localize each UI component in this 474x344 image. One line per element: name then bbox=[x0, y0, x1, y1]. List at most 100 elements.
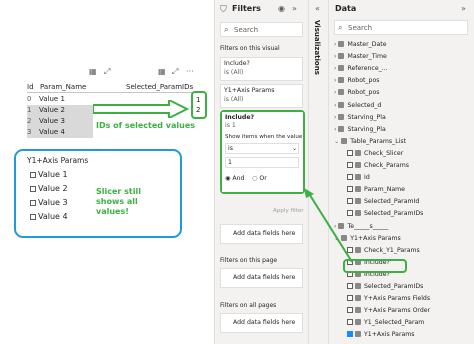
collapse-icon[interactable]: » bbox=[292, 4, 297, 13]
filters-pane: ⛉ Filters ◉ » ⌕ Search Filters on this v… bbox=[214, 0, 308, 344]
field-item[interactable]: Y1_Selected_Param bbox=[347, 318, 424, 328]
field-label: Check_Params bbox=[364, 162, 409, 169]
data-pane: Data » ⌕ Search › Master_Date › Master_Time… bbox=[328, 0, 474, 344]
visual-focus-icon[interactable]: ⤢ bbox=[104, 67, 110, 77]
table-item[interactable]: › Starving_Pla bbox=[334, 113, 386, 123]
data-title: Data bbox=[335, 4, 357, 13]
drag-handle-icon[interactable]: ⋯ bbox=[94, 147, 100, 154]
field-label: Master_Date bbox=[347, 41, 387, 48]
arrow-right-icon bbox=[93, 100, 189, 118]
slicer-item-label: Value 4 bbox=[38, 212, 68, 221]
cell-name: Value 2 bbox=[39, 106, 65, 114]
field-label: Selected_ParamIDs bbox=[364, 210, 424, 218]
and-radio[interactable]: ◉ And bbox=[225, 174, 244, 184]
header-divider bbox=[27, 92, 197, 93]
field-label: Master_Time bbox=[347, 53, 387, 61]
filter-show-label: Show items when the value bbox=[225, 134, 303, 140]
operator-select[interactable]: is ⌄ bbox=[225, 143, 299, 154]
value-text: 1 bbox=[228, 159, 232, 166]
table-item[interactable]: › Reference_... bbox=[334, 64, 388, 74]
table-item[interactable]: › Starving_Pla bbox=[334, 125, 386, 135]
field-label: Starving_Pla bbox=[347, 125, 386, 133]
data-search-input[interactable]: ⌕ Search bbox=[334, 20, 468, 35]
checkbox[interactable] bbox=[30, 171, 36, 178]
checkbox[interactable] bbox=[30, 213, 36, 220]
table-item[interactable]: › Selected_d bbox=[334, 101, 381, 111]
visual-focus-icon-2[interactable]: ⤢ bbox=[172, 67, 178, 77]
field-item[interactable]: Y1+Axis Params bbox=[347, 330, 415, 340]
and-label: And bbox=[232, 175, 245, 182]
table-item[interactable]: › Robot_pos bbox=[334, 88, 379, 98]
search-placeholder: Search bbox=[348, 24, 373, 32]
add-fields-page[interactable]: Add data fields here bbox=[220, 268, 303, 288]
field-item[interactable]: Id bbox=[347, 173, 370, 183]
slicer-item[interactable]: Value 3 bbox=[30, 198, 68, 207]
value-input[interactable]: 1 bbox=[225, 157, 299, 168]
filter-value: is (All) bbox=[224, 96, 244, 103]
field-label: Starving_Pla bbox=[347, 113, 386, 121]
chevron-down-icon: ⌄ bbox=[292, 145, 298, 152]
slicer-annotation: Slicer still shows all values! bbox=[96, 187, 141, 216]
add-fields-label: Add data fields here bbox=[233, 319, 296, 326]
slicer-item[interactable]: Value 1 bbox=[30, 170, 68, 179]
filters-search-input[interactable]: ⌕ Search bbox=[220, 22, 303, 37]
table-item[interactable]: › Robot_pos bbox=[334, 76, 379, 86]
field-label: Table_Params_List bbox=[350, 137, 407, 145]
table-row[interactable]: 3 Value 4 bbox=[27, 127, 93, 138]
more-options-icon[interactable]: ··· bbox=[186, 67, 194, 76]
field-label: Selected_ParamId bbox=[364, 198, 420, 206]
col-header-id[interactable]: Id bbox=[27, 83, 34, 91]
expand-icon[interactable]: « bbox=[315, 4, 320, 13]
field-label: Selected_d bbox=[347, 101, 382, 109]
filter-card-y1-params[interactable]: Y1+Axis Params is (All) bbox=[220, 84, 303, 108]
field-item[interactable]: Check_Slicer bbox=[347, 149, 403, 159]
cell-id: 1 bbox=[27, 106, 32, 114]
slicer-item[interactable]: Value 4 bbox=[30, 212, 68, 221]
table-item[interactable]: ⌄ Table_Params_List bbox=[334, 137, 406, 147]
slicer-item-label: Value 3 bbox=[38, 198, 68, 207]
field-label: Selected_ParamIDs bbox=[364, 283, 424, 290]
field-item[interactable]: Y+Axis Params Fields bbox=[347, 294, 430, 304]
table-item[interactable]: › Master_Time bbox=[334, 52, 387, 62]
table-row[interactable]: 2 Value 3 bbox=[27, 116, 93, 127]
selected-id-value: 2 bbox=[196, 106, 201, 114]
col-header-param-name[interactable]: Param_Name bbox=[40, 83, 86, 91]
add-fields-visual[interactable]: Add data fields here bbox=[220, 224, 303, 244]
search-placeholder: Search bbox=[234, 26, 259, 34]
slicer-item-label: Value 2 bbox=[38, 184, 68, 193]
table-row[interactable]: 1 Value 2 bbox=[27, 105, 93, 116]
field-label: Robot_pos bbox=[347, 77, 380, 85]
field-label: Id bbox=[364, 174, 370, 182]
slicer-item[interactable]: Value 2 bbox=[30, 184, 68, 193]
section-on-all-pages: Filters on all pages bbox=[220, 302, 277, 309]
field-label: Reference_... bbox=[347, 65, 388, 73]
apply-filter-button[interactable]: Apply filter bbox=[273, 208, 304, 214]
operator-value: is bbox=[228, 145, 233, 152]
checkbox[interactable] bbox=[30, 185, 36, 192]
field-item[interactable]: Check_Params bbox=[347, 161, 409, 171]
visualizations-label[interactable]: Visualizations bbox=[313, 20, 321, 75]
ids-annotation: IDs of selected values bbox=[96, 121, 196, 130]
table-row[interactable]: 0 Value 1 bbox=[27, 94, 93, 105]
eye-icon[interactable]: ◉ bbox=[278, 4, 285, 13]
cell-name: Value 4 bbox=[39, 128, 65, 136]
section-on-page: Filters on this page bbox=[220, 257, 278, 264]
or-radio[interactable]: ○ Or bbox=[252, 174, 267, 184]
col-header-selected-ids[interactable]: Selected_ParamIDs bbox=[126, 83, 193, 91]
filter-card-include[interactable]: Include? is (All) bbox=[220, 57, 303, 81]
cell-id: 2 bbox=[27, 117, 32, 125]
field-label: Check_Y1_Params bbox=[364, 246, 420, 254]
add-fields-all[interactable]: Add data fields here bbox=[220, 313, 303, 333]
filter-card-include-active[interactable]: Include? is 1 Show items when the value … bbox=[222, 112, 303, 192]
field-item[interactable]: Y+Axis Params Order bbox=[347, 306, 430, 316]
visualizations-pane-collapsed[interactable]: « Visualizations bbox=[308, 0, 328, 344]
arrow-connector bbox=[304, 188, 353, 263]
table-item[interactable]: › Master_Date bbox=[334, 40, 387, 50]
visual-filter-icon[interactable]: ▦ bbox=[89, 67, 97, 76]
collapse-icon[interactable]: » bbox=[461, 4, 466, 13]
visual-filter-icon-2[interactable]: ▦ bbox=[158, 67, 166, 76]
field-item[interactable]: Selected_ParamIDs bbox=[347, 282, 423, 292]
checkbox[interactable] bbox=[30, 199, 36, 206]
filter-value: is (All) bbox=[224, 69, 244, 76]
field-label: Check_Slicer bbox=[364, 149, 404, 157]
